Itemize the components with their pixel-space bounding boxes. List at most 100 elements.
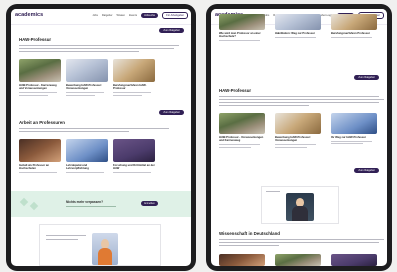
card-title[interactable]: Gehalt als Professor an Hochschulen [19, 164, 61, 171]
card-image [19, 139, 61, 162]
intro-text-line [219, 242, 379, 244]
decor-shape [29, 201, 39, 211]
intro-text-line [19, 128, 169, 130]
newsletter-band: Nichts mehr verpassen? Anmelden [11, 191, 191, 217]
card-title[interactable]: Forschung und Drittmittel an der HAW [113, 164, 155, 171]
card-text-line [19, 172, 57, 174]
card-title[interactable]: HAW-Professur - Voraussetzungen und Karr… [219, 136, 265, 143]
intro-text-line [219, 245, 279, 247]
article-card[interactable]: Ihr Weg zur HAW-Professur [331, 113, 377, 145]
newsletter-text-line [66, 206, 116, 207]
screen-right: academics Jobs Ratgeber Wissen Events Ar… [211, 9, 387, 266]
article-card[interactable]: Bewerbung HAW-Professur: Voraussetzungen [275, 113, 321, 148]
newsletter-title: Nichts mehr verpassen? [66, 200, 104, 204]
card-text-line [331, 36, 373, 38]
promo-text-line [46, 239, 78, 241]
article-card[interactable]: HAW-Professur - Voraussetzungen und Karr… [219, 113, 265, 148]
nav-link-events[interactable]: Events [129, 14, 137, 17]
article-card[interactable]: Forschung und Drittmittel an der HAW [113, 139, 155, 174]
card-text-line [113, 94, 143, 96]
ratgeber-button[interactable]: Zum Ratgeber [159, 110, 184, 115]
card-text-line [331, 143, 364, 145]
logo[interactable]: academics [15, 12, 43, 18]
article-card[interactable]: Berufungsverfahren HAW-Professur [113, 59, 155, 96]
card-text-line [331, 140, 373, 142]
intro-text-line [219, 239, 384, 241]
card-image [19, 59, 61, 82]
nav-link-wissen[interactable]: Wissen [117, 14, 126, 17]
card-text-line [66, 94, 96, 96]
promo-label-line [266, 191, 280, 193]
card-title[interactable]: Berufungsverfahren Professur [331, 32, 377, 35]
section-title-wissenschaft: Wissenschaft in Deutschland [219, 231, 280, 236]
decor-shape [19, 197, 29, 207]
article-card[interactable]: Berufungsverfahren Professur [331, 14, 377, 38]
employer-button[interactable]: Für Arbeitgeber [162, 12, 188, 19]
card-text-line [113, 92, 151, 94]
card-image[interactable] [331, 254, 377, 266]
nav-links: Jobs Ratgeber Wissen Events Jobsuche Für… [92, 12, 188, 19]
card-image [275, 14, 321, 30]
card-image [113, 59, 155, 82]
card-image [275, 113, 321, 134]
card-title[interactable]: Wie wird man Professor an einer Hochschu… [219, 32, 265, 39]
card-title[interactable]: Lehrdeputat und Lehrverpflichtung [66, 164, 108, 171]
person-body [97, 248, 113, 265]
card-text-line [275, 36, 317, 38]
card-text-line [275, 144, 317, 146]
article-card[interactable]: Lehrdeputat und Lehrverpflichtung [66, 139, 108, 174]
tablet-left: academics Jobs Ratgeber Wissen Events Jo… [6, 4, 196, 271]
card-text-line [275, 146, 308, 148]
promo-box [261, 186, 339, 224]
section-title-haw: HAW-Professur [219, 88, 252, 93]
section-title-haw: HAW-Professur [19, 37, 52, 42]
promo-text-line [46, 235, 86, 237]
section-title-professuren: Arbeit an Professuren [19, 120, 65, 125]
newsletter-button[interactable]: Anmelden [141, 201, 158, 206]
tablet-right: academics Jobs Ratgeber Wissen Events Ar… [206, 4, 392, 271]
card-image [66, 139, 108, 162]
intro-text-line [219, 96, 379, 98]
card-text-line [66, 92, 104, 94]
article-card[interactable]: HAW-Professur - Karriereweg und Vorausse… [19, 59, 61, 96]
top-nav: academics Jobs Ratgeber Wissen Events Jo… [11, 9, 191, 25]
ratgeber-button[interactable]: Zum Ratgeber [354, 168, 379, 173]
article-card[interactable]: Wie wird man Professor an einer Hochschu… [219, 14, 265, 42]
card-image [331, 113, 377, 134]
card-title[interactable]: Ihr Weg zur HAW-Professur [331, 136, 377, 139]
screen-left: academics Jobs Ratgeber Wissen Events Jo… [11, 9, 191, 266]
intro-text-line [19, 48, 174, 50]
article-card[interactable]: Bewerbung HAW-Professur: Voraussetzungen [66, 59, 108, 96]
card-title[interactable]: Bewerbung HAW-Professur: Voraussetzungen [66, 84, 108, 91]
article-card[interactable]: Gehalt als Professor an Hochschulen [19, 139, 61, 174]
intro-text-line [19, 51, 139, 53]
ratgeber-button[interactable]: Zum Ratgeber [354, 75, 379, 80]
card-text-line [19, 94, 49, 96]
nav-link-jobs[interactable]: Jobs [92, 14, 97, 17]
person-body [292, 206, 308, 221]
card-image [331, 14, 377, 30]
card-title[interactable]: HAW-Professur - Karriereweg und Vorausse… [19, 84, 61, 91]
intro-text-line [219, 105, 309, 107]
jobsuche-button[interactable]: Jobsuche [141, 13, 159, 18]
card-text-line [113, 172, 151, 174]
card-title[interactable]: Berufungsverfahren HAW-Professur [113, 84, 155, 91]
ratgeber-top-button[interactable]: Zum Ratgeber [159, 28, 184, 33]
card-title[interactable]: Habilitation: Weg zur Professur [275, 32, 321, 35]
card-image[interactable] [275, 254, 321, 266]
card-text-line [66, 172, 104, 174]
card-image [113, 139, 155, 162]
card-text-line [219, 40, 261, 42]
card-image [66, 59, 108, 82]
intro-text-line [219, 102, 379, 104]
article-card[interactable]: Habilitation: Weg zur Professur [275, 14, 321, 38]
card-image [219, 113, 265, 134]
nav-link-ratgeber[interactable]: Ratgeber [102, 14, 113, 17]
promo-image [92, 233, 118, 265]
card-text-line [19, 92, 57, 94]
promo-image [286, 193, 314, 221]
card-title[interactable]: Bewerbung HAW-Professur: Voraussetzungen [275, 136, 321, 143]
intro-text-line [19, 131, 129, 133]
card-image[interactable] [219, 254, 265, 266]
card-image [219, 14, 265, 30]
